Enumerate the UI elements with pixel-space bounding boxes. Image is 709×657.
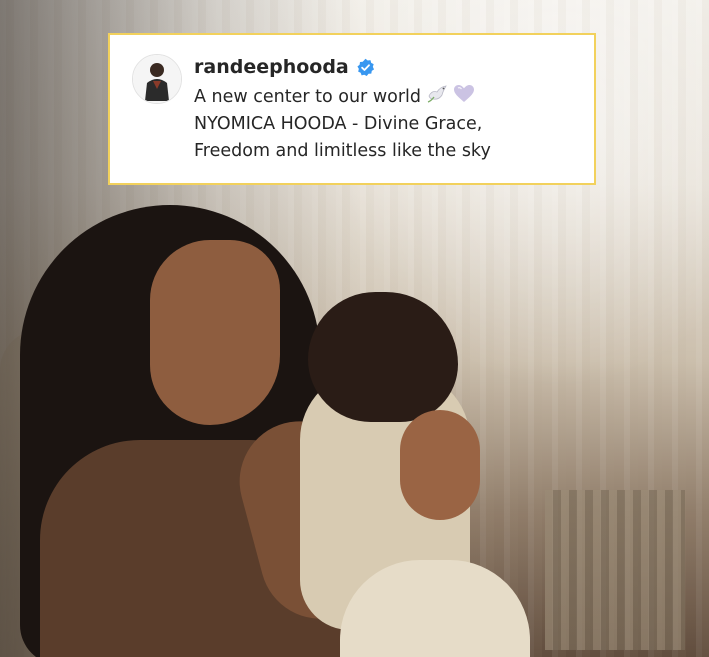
avatar[interactable]	[132, 54, 182, 104]
username[interactable]: randeephooda	[194, 55, 349, 79]
caption-line-2: NYOMICA HOODA - Divine Grace,	[194, 114, 483, 134]
avatar-person-icon	[133, 55, 181, 103]
heart-icon	[454, 85, 475, 102]
radiator	[545, 490, 685, 650]
caption-line-1: A new center to our world	[194, 84, 584, 111]
dove-icon	[427, 85, 447, 103]
baby-head	[308, 292, 458, 422]
verified-badge-icon	[357, 58, 374, 76]
caption-text: A new center to our world NYOMICA HOODA …	[194, 84, 584, 165]
caption-card: randeephooda A new center to our world N…	[108, 33, 596, 185]
mother-hand	[400, 410, 480, 520]
caption-line-3: Freedom and limitless like the sky	[194, 141, 491, 161]
caption-line-1-text: A new center to our world	[194, 87, 422, 107]
post-image: randeephooda A new center to our world N…	[0, 0, 709, 657]
username-row: randeephooda	[194, 55, 375, 79]
mother-face	[150, 240, 280, 425]
